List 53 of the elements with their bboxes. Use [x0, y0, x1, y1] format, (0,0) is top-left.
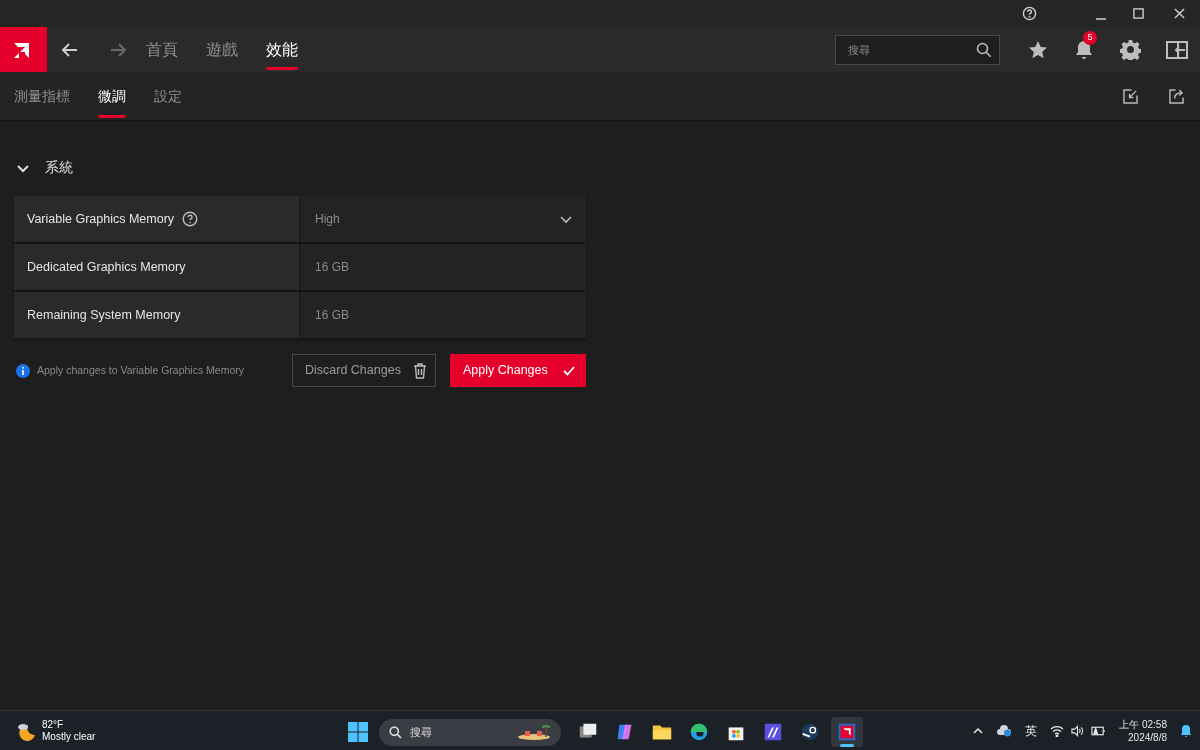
weather-temperature: 82°F — [42, 718, 65, 731]
nav-tab[interactable]: 效能 — [266, 27, 298, 72]
section-title: 系統 — [45, 158, 73, 177]
setting-value: 16 GB — [301, 244, 586, 290]
taskbar-app[interactable] — [831, 717, 863, 747]
battery-icon[interactable] — [1091, 724, 1107, 737]
info-icon — [16, 363, 30, 378]
beach-illustration-icon — [517, 723, 551, 740]
chevron-up-icon[interactable] — [973, 725, 984, 736]
maximize-icon[interactable] — [1133, 8, 1144, 19]
speaker-icon[interactable] — [1071, 724, 1085, 737]
forward-arrow-icon[interactable] — [109, 40, 127, 59]
start-icon[interactable] — [348, 722, 368, 742]
dropdown[interactable]: High — [301, 196, 586, 242]
import-icon[interactable] — [1123, 88, 1138, 104]
setting-value: 16 GB — [301, 292, 586, 338]
trash-icon — [413, 362, 427, 379]
sidebar-panel-icon[interactable] — [1166, 40, 1188, 59]
nav-tab[interactable]: 測量指標 — [14, 72, 70, 120]
search-field[interactable]: 搜尋 — [835, 34, 1000, 65]
bell-icon[interactable] — [1074, 38, 1094, 61]
clock-time[interactable]: 上午 02:58 — [1119, 717, 1167, 731]
export-icon[interactable] — [1169, 88, 1184, 104]
search-icon — [976, 41, 992, 58]
help-icon[interactable] — [1022, 6, 1037, 21]
chevron-down-icon — [560, 213, 572, 225]
taskbar-search-field[interactable]: 搜尋 — [379, 718, 561, 746]
nav-tab[interactable]: 首頁 — [146, 27, 178, 72]
checkmark-icon — [563, 365, 575, 376]
logo-icon[interactable] — [0, 27, 47, 72]
weather-condition: Mostly clear — [42, 730, 96, 743]
wifi-icon[interactable] — [1050, 724, 1065, 737]
setting-label: Dedicated Graphics Memory — [27, 258, 186, 276]
close-icon[interactable] — [1174, 8, 1185, 19]
notification-bell-icon[interactable] — [1180, 723, 1192, 738]
clock-date[interactable]: 2024/8/8 — [1128, 730, 1167, 744]
star-icon[interactable] — [1028, 39, 1048, 60]
info-text: Apply changes to Variable Graphics Memory — [37, 362, 244, 378]
help-icon[interactable] — [182, 211, 199, 227]
nav-tab[interactable]: 遊戲 — [206, 27, 238, 72]
nav-tab[interactable]: 微調 — [98, 72, 126, 120]
back-arrow-icon[interactable] — [61, 40, 79, 59]
cloud-icon[interactable] — [996, 724, 1013, 737]
settings-icon[interactable] — [1120, 39, 1141, 60]
apply-button[interactable]: Apply Changes — [450, 354, 586, 387]
discard-button[interactable]: Discard Changes — [292, 354, 436, 387]
search-icon — [389, 725, 402, 739]
setting-label: Remaining System Memory — [27, 306, 181, 324]
app-tile-icon — [762, 721, 784, 743]
nav-tab[interactable]: 設定 — [154, 72, 182, 120]
input-method-indicator[interactable]: 英 — [1025, 721, 1038, 740]
notification-badge: 5 — [1083, 30, 1097, 45]
setting-label: Variable Graphics Memory — [27, 210, 175, 228]
